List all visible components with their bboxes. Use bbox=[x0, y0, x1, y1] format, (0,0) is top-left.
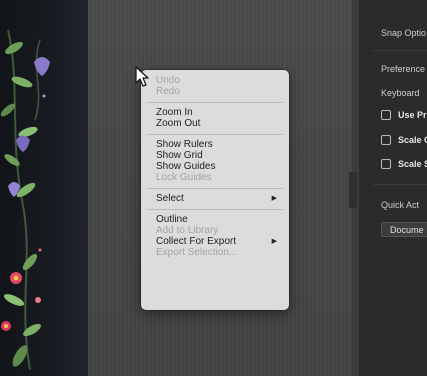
menu-item-label: Export Selection... bbox=[156, 247, 238, 258]
scale-strokes-checkbox[interactable] bbox=[381, 159, 391, 169]
menu-item-show-guides[interactable]: Show Guides bbox=[141, 161, 289, 172]
scale-strokes-label: Scale S bbox=[398, 159, 427, 169]
menu-item-label: Show Rulers bbox=[156, 139, 213, 150]
properties-panel: Snap Optio Preference Keyboard Use Pr Sc… bbox=[358, 0, 427, 376]
scale-corners-checkbox[interactable] bbox=[381, 135, 391, 145]
use-preview-bounds-option[interactable]: Use Pr bbox=[381, 110, 427, 120]
submenu-arrow-icon: ▶ bbox=[271, 238, 277, 245]
menu-item-lock-guides: Lock Guides bbox=[141, 172, 289, 183]
menu-separator bbox=[147, 188, 283, 189]
menu-item-label: Show Guides bbox=[156, 161, 216, 172]
submenu-arrow-icon: ▶ bbox=[271, 195, 277, 202]
screen: Snap Optio Preference Keyboard Use Pr Sc… bbox=[0, 0, 427, 376]
use-preview-bounds-checkbox[interactable] bbox=[381, 110, 391, 120]
menu-item-outline[interactable]: Outline bbox=[141, 214, 289, 225]
menu-separator bbox=[147, 134, 283, 135]
panel-collapse-handle[interactable] bbox=[349, 172, 357, 208]
menu-item-label: Show Grid bbox=[156, 150, 203, 161]
quick-actions-label: Quick Act bbox=[381, 200, 420, 210]
panel-divider bbox=[373, 184, 427, 185]
menu-item-label: Outline bbox=[156, 214, 188, 225]
menu-item-label: Redo bbox=[156, 86, 180, 97]
keyboard-shortcuts-button[interactable]: Keyboard bbox=[381, 88, 420, 98]
panel-divider bbox=[373, 50, 427, 51]
menu-separator bbox=[147, 209, 283, 210]
menu-item-redo: Redo bbox=[141, 86, 289, 97]
menu-item-label: Add to Library bbox=[156, 225, 219, 236]
use-preview-bounds-label: Use Pr bbox=[398, 110, 427, 120]
menu-item-zoom-out[interactable]: Zoom Out bbox=[141, 118, 289, 129]
menu-separator bbox=[147, 102, 283, 103]
menu-item-export-selection: Export Selection... bbox=[141, 247, 289, 258]
scale-corners-option[interactable]: Scale C bbox=[381, 135, 427, 145]
floral-artwork bbox=[0, 0, 88, 376]
menu-item-label: Collect For Export bbox=[156, 236, 237, 247]
scale-strokes-option[interactable]: Scale S bbox=[381, 159, 427, 169]
menu-item-select[interactable]: Select ▶ bbox=[141, 193, 289, 204]
menu-item-add-to-library: Add to Library bbox=[141, 225, 289, 236]
mouse-pointer-icon bbox=[135, 66, 149, 87]
menu-item-label: Select bbox=[156, 193, 184, 204]
document-setup-button[interactable]: Docume bbox=[381, 222, 427, 237]
preferences-button[interactable]: Preference bbox=[381, 64, 425, 74]
menu-item-label: Lock Guides bbox=[156, 172, 212, 183]
scale-corners-label: Scale C bbox=[398, 135, 427, 145]
context-menu: Undo Redo Zoom In Zoom Out Show Rulers Show G… bbox=[141, 70, 289, 310]
menu-item-label: Undo bbox=[156, 75, 180, 86]
menu-item-zoom-in[interactable]: Zoom In bbox=[141, 107, 289, 118]
menu-item-undo: Undo bbox=[141, 75, 289, 86]
snap-options-label[interactable]: Snap Optio bbox=[381, 28, 426, 38]
menu-item-label: Zoom In bbox=[156, 107, 193, 118]
menu-item-show-grid[interactable]: Show Grid bbox=[141, 150, 289, 161]
menu-item-show-rulers[interactable]: Show Rulers bbox=[141, 139, 289, 150]
floral-artwork-image bbox=[0, 29, 50, 371]
menu-item-label: Zoom Out bbox=[156, 118, 201, 129]
menu-item-collect-for-export[interactable]: Collect For Export ▶ bbox=[141, 236, 289, 247]
